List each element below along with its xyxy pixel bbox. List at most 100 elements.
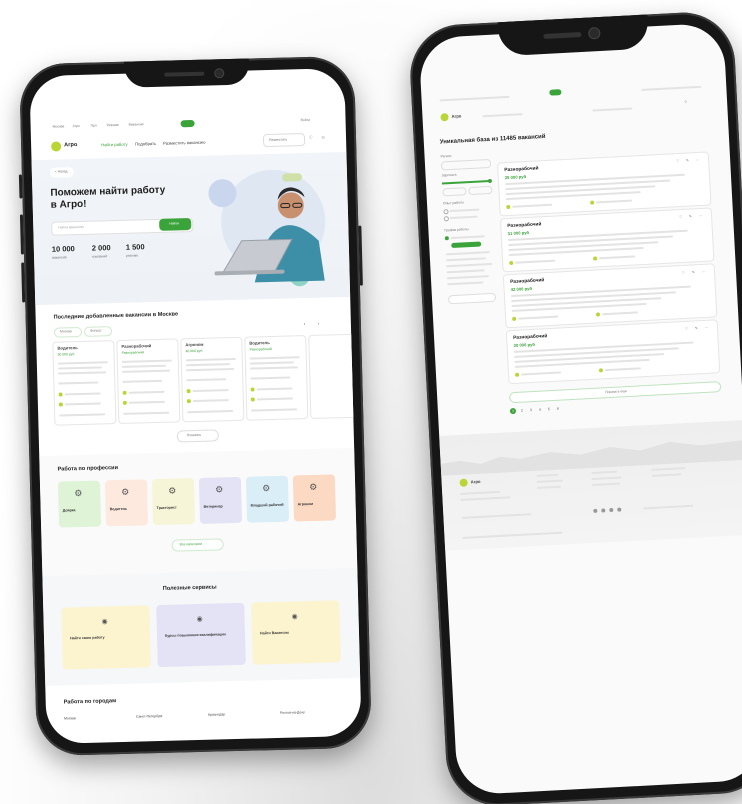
- show-more-button[interactable]: Показать еще: [509, 381, 722, 404]
- reset-filters-button[interactable]: [447, 292, 497, 305]
- vacancy-card[interactable]: Агроном 40 000 руб: [180, 336, 245, 423]
- filter-chip[interactable]: Москва: [53, 326, 83, 338]
- vacancy-title[interactable]: Разнорабочий: [504, 166, 538, 174]
- city-link[interactable]: Москва: [64, 716, 76, 721]
- logo-icon[interactable]: [440, 113, 449, 122]
- city-link[interactable]: Санкт-Петербург: [136, 714, 163, 719]
- meta-line: [512, 203, 553, 208]
- footer-logo-text[interactable]: Агро: [471, 479, 481, 485]
- radio[interactable]: [443, 216, 449, 222]
- top-nav-item[interactable]: Агро: [73, 124, 80, 129]
- vacancy-card[interactable]: Разнорабочий 31 000 руб ♡ ✎ ⋯: [499, 207, 715, 273]
- vacancy-card[interactable]: Водитель 30 000 руб: [52, 340, 117, 426]
- top-nav-item[interactable]: Вакансии: [129, 122, 144, 127]
- logo-text[interactable]: Агро: [64, 142, 77, 149]
- profession-tile[interactable]: ⚙ Водитель: [104, 479, 149, 527]
- all-categories-button[interactable]: Все категории: [171, 538, 224, 552]
- vacancy-role: Водитель: [57, 345, 78, 351]
- vacancy-title[interactable]: Разнорабочий: [507, 222, 541, 230]
- vacancy-card[interactable]: Разнорабочий 25 000 руб ♡ ✎ ⋯: [496, 151, 712, 217]
- filter-chip[interactable]: Фильтр: [83, 326, 113, 337]
- menu-post[interactable]: Разместить вакансию: [163, 140, 205, 146]
- vacancy-card[interactable]: Разнорабочий Разнорабочий: [116, 338, 181, 425]
- checkbox-checked[interactable]: [444, 236, 449, 241]
- more-icon[interactable]: ⋯: [699, 214, 703, 219]
- post-button[interactable]: Разместить: [262, 133, 306, 148]
- salary-to-input[interactable]: [468, 185, 493, 196]
- toggle-switch[interactable]: [180, 119, 195, 128]
- page-number[interactable]: 1: [509, 407, 517, 415]
- vacancy-salary: 30 000 руб: [57, 352, 75, 357]
- profession-tile[interactable]: ⚙ Ветеринар: [198, 476, 243, 524]
- service-card[interactable]: ◉ Найти свою работу: [61, 605, 151, 670]
- page-number[interactable]: 5: [546, 406, 552, 412]
- heart-icon[interactable]: ♡: [679, 215, 682, 220]
- toggle-switch[interactable]: [549, 89, 562, 96]
- show-more-button[interactable]: Показать: [176, 429, 219, 443]
- edit-icon[interactable]: ✎: [695, 326, 698, 331]
- profession-tile[interactable]: ⚙ Доярка: [57, 480, 102, 528]
- next-arrow-icon[interactable]: ›: [318, 321, 320, 326]
- heart-icon[interactable]: ♡: [676, 159, 679, 164]
- city-link[interactable]: Краснодар: [208, 712, 225, 717]
- login-link[interactable]: Войти: [301, 118, 311, 123]
- logo-text[interactable]: Агро: [451, 113, 461, 119]
- profession-tile[interactable]: ⚙ Агроном: [292, 474, 337, 522]
- vacancy-card[interactable]: [308, 333, 362, 419]
- vacancy-role: Водитель: [249, 340, 270, 346]
- vacancy-title[interactable]: Разнорабочий: [510, 278, 544, 286]
- search-button[interactable]: Найти: [159, 218, 192, 231]
- top-nav-item[interactable]: Про: [91, 123, 97, 128]
- back-button[interactable]: < Назад: [49, 167, 74, 178]
- heart-icon[interactable]: ♡: [685, 327, 688, 332]
- user-icon[interactable]: ☺: [321, 135, 325, 140]
- profession-icon: ⚙: [262, 483, 271, 494]
- city-link[interactable]: Ростов-на-Дону: [280, 710, 305, 715]
- menu-pick[interactable]: Подобрать: [135, 141, 156, 147]
- vacancy-card[interactable]: Разнорабочий 30 000 руб ♡ ✎ ⋯: [505, 319, 721, 385]
- stat-label: резюме: [125, 253, 139, 258]
- vacancy-card[interactable]: Разнорабочий 42 000 руб ♡ ✎ ⋯: [502, 263, 718, 329]
- page-number[interactable]: 3: [528, 407, 534, 413]
- service-card[interactable]: ◉ Курсы повышения квалификации: [156, 602, 246, 668]
- salary-from-input[interactable]: [442, 187, 467, 197]
- filter-label: Опыт работы: [442, 200, 465, 206]
- profession-tile[interactable]: ⚙ Тракторист: [151, 478, 196, 526]
- filter-label: Регион: [440, 153, 452, 159]
- left-screen: Москва Агро Про Резюме Вакансии Войти Аг…: [29, 67, 362, 745]
- edit-icon[interactable]: ✎: [689, 214, 692, 219]
- user-icon[interactable]: ☺: [684, 100, 688, 105]
- page-number[interactable]: 6: [555, 406, 561, 412]
- post-button-label: Разместить: [269, 137, 288, 142]
- edit-icon[interactable]: ✎: [686, 159, 689, 164]
- heart-icon[interactable]: ♡: [682, 271, 685, 276]
- location-icon: [506, 204, 511, 210]
- heart-icon[interactable]: ♡: [309, 135, 313, 140]
- search-button-label: Найти: [169, 221, 179, 226]
- logo-icon[interactable]: [51, 141, 62, 152]
- salary-slider[interactable]: [441, 179, 490, 185]
- more-icon[interactable]: ⋯: [696, 158, 700, 163]
- service-card[interactable]: ◉ Найти Вакансии: [251, 600, 341, 665]
- vacancy-salary: 30 000 руб: [513, 341, 536, 348]
- vacancy-card[interactable]: Водитель Разнорабочий: [244, 335, 309, 421]
- meta-line: [604, 367, 641, 372]
- radio[interactable]: [443, 209, 449, 215]
- vacancy-title[interactable]: Разнорабочий: [513, 334, 547, 342]
- more-icon[interactable]: ⋯: [702, 270, 706, 275]
- slider-handle[interactable]: [487, 178, 493, 184]
- page-number[interactable]: 2: [519, 407, 525, 413]
- more-icon[interactable]: ⋯: [705, 326, 709, 331]
- menu-find-job[interactable]: Найти работу: [101, 142, 128, 148]
- right-screen: Агро ☺ Уникальная база из 11485 вакансий…: [418, 22, 742, 796]
- show-more-label: Показать: [186, 432, 202, 438]
- page-number[interactable]: 4: [537, 406, 543, 412]
- prev-arrow-icon[interactable]: ‹: [304, 321, 306, 326]
- top-nav-item[interactable]: Резюме: [107, 123, 119, 128]
- active-filter[interactable]: [451, 241, 482, 249]
- region-select[interactable]: [440, 158, 492, 171]
- top-nav-city[interactable]: Москва: [53, 124, 65, 129]
- edit-icon[interactable]: ✎: [692, 270, 695, 275]
- profession-tile[interactable]: ⚙ Младший рабочий: [245, 475, 290, 523]
- service-label: Найти Вакансии: [259, 630, 289, 636]
